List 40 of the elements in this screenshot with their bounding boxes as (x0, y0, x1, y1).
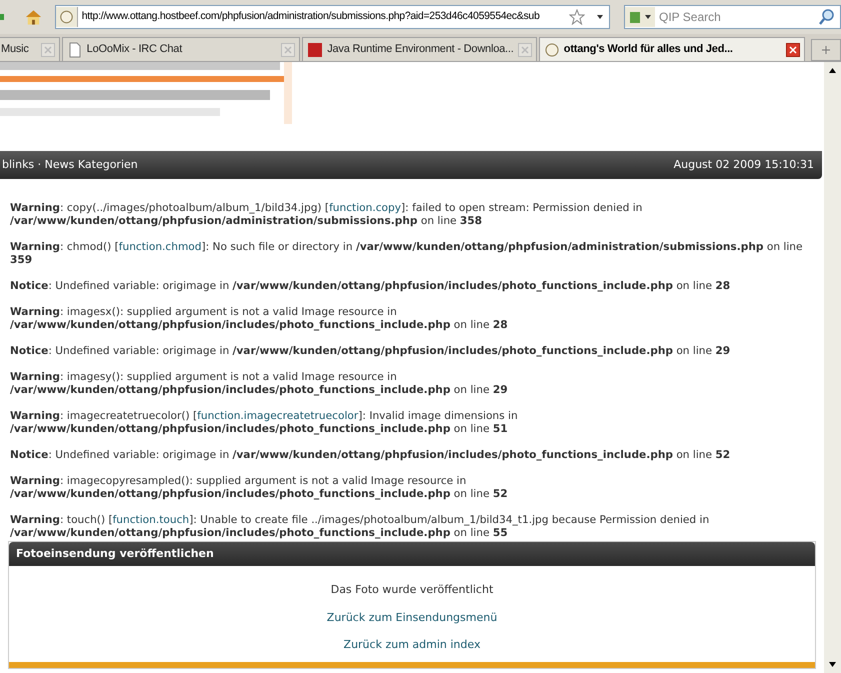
function-link[interactable]: function.copy (329, 202, 402, 214)
success-message: Das Foto wurde veröffentlicht (330, 582, 494, 598)
error-message: Notice: Undefined variable: origimage in /var/www/kunden/ottang/phpfusion/includes/photo_functions_include.php on line 28 (10, 280, 732, 293)
error-message: Notice: Undefined variable: origimage in /var/www/kunden/ottang/phpfusion/includes/photo_functions_include.php on line 29 (10, 345, 732, 358)
plus-icon (821, 45, 832, 55)
function-link[interactable]: function.touch (112, 514, 190, 526)
back-link[interactable]: Zurück zum Einsendungsmenü (326, 610, 498, 626)
browser-tab[interactable]: ottang's World für alles und Jed... (538, 37, 806, 61)
error-message: Notice: Undefined variable: origimage in /var/www/kunden/ottang/phpfusion/includes/photo_functions_include.php on line 52 (10, 449, 732, 462)
error-message: Warning: imagesy(): supplied argument is not a valid Image resource in /var/www/kunden/ottang/phpfusion/includes/photo_functions_include.php on line 29 (10, 371, 509, 397)
back-link[interactable]: Zurück zum admin index (344, 637, 480, 654)
search-input[interactable]: QIP Search (655, 8, 818, 26)
error-message: Warning: touch() [function.touch]: Unable to create file ../images/photoalbum/album_1/bild34_t1.jpg because Permission denied in /var/www/kunden/ottang/phpfusion/includes/photo_functions_include.php on line 55 (10, 514, 710, 540)
page-icon (56, 7, 78, 27)
caret-icon[interactable] (595, 13, 605, 21)
browser-tab[interactable]: Music (0, 37, 60, 61)
error-message: Warning: copy(../images/photoalbum/album_1/bild34.jpg) [function.copy]: failed to open stream: Permission denied in /var/www/kunden/ottang/phpfusion/administration/submissions.php on line 358 (10, 202, 644, 228)
page-icon (307, 42, 324, 58)
url-text: http://www.ottang.hostbeef.com/phpfusion/administration/submissions.php?aid=253d46c4059554ec&sub (82, 9, 540, 24)
star-icon[interactable] (569, 9, 585, 25)
error-message: Warning: imagesx(): supplied argument is not a valid Image resource in /var/www/kunden/ottang/phpfusion/includes/photo_functions_include.php on line 28 (10, 306, 509, 332)
panel-title: Fotoeinsendung veröffentlichen (16, 546, 214, 562)
error-message: Warning: imagecreatetruecolor() [function.imagecreatetruecolor]: Invalid image dimensions in /var/www/kunden/ottang/phpfusion/includes/photo_functions_include.php on line 51 (10, 410, 519, 436)
scrollbar[interactable] (824, 62, 841, 673)
search-box[interactable]: QIP Search (624, 5, 841, 29)
address-field[interactable]: http://www.ottang.hostbeef.com/phpfusion/administration/submissions.php?aid=253d46c4059554ec&sub (54, 5, 610, 29)
function-link[interactable]: function.chmod (118, 241, 202, 253)
date-time: August 02 2009 15:10:31 (674, 156, 815, 173)
nav-links[interactable]: blinks · News Kategorien (2, 156, 138, 174)
function-link[interactable]: function.imagecreatetruecolor (197, 410, 358, 422)
search-icon[interactable] (818, 8, 836, 26)
close-icon[interactable] (786, 42, 800, 56)
browser-tab[interactable]: Java Runtime Environment - Downloa... (302, 37, 537, 61)
engine-icon[interactable] (625, 7, 655, 27)
error-message: Warning: chmod() [function.chmod]: No such file or directory in /var/www/kunden/ottang/phpfusion/administration/submissions.php on line 359 (10, 241, 804, 267)
error-message: Warning: imagecopyresampled(): supplied argument is not a valid Image resource in /var/www/kunden/ottang/phpfusion/includes/photo_functions_include.php on line 52 (10, 475, 509, 501)
home-icon[interactable] (24, 8, 43, 26)
browser-tab[interactable]: LoOoMix - IRC Chat (62, 37, 300, 61)
page-icon (544, 42, 560, 58)
page-icon (66, 42, 83, 58)
